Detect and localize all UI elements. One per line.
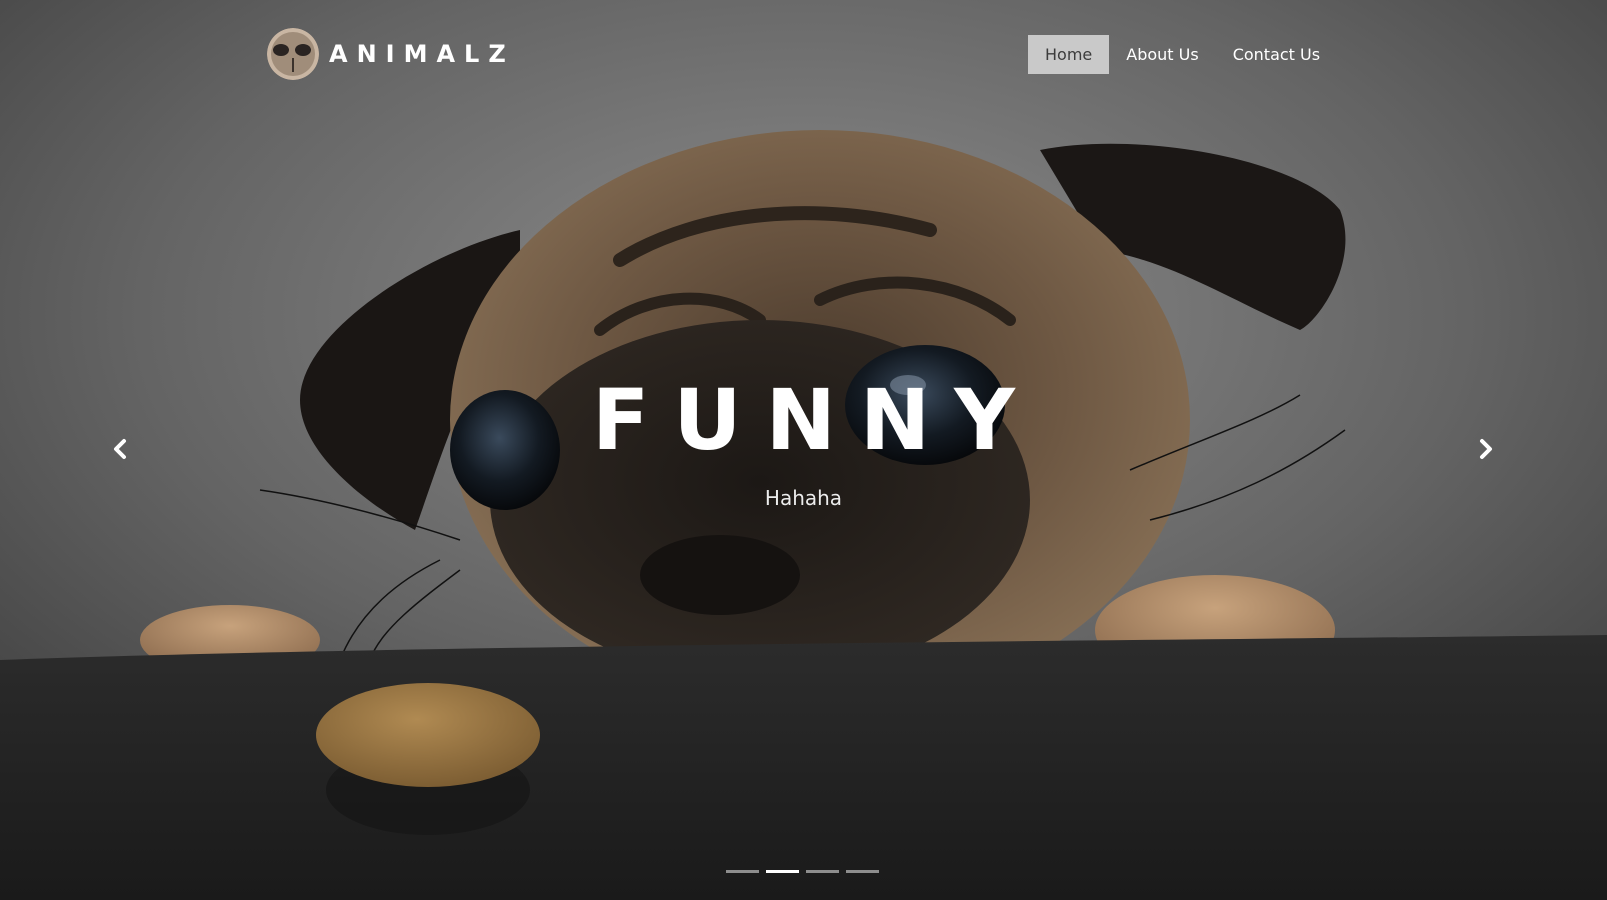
nav-links: Home About Us Contact Us <box>1028 35 1337 74</box>
nav-item-contact-us[interactable]: Contact Us <box>1216 35 1337 74</box>
carousel-indicator-4[interactable] <box>846 870 879 873</box>
nav-item-about-us[interactable]: About Us <box>1109 35 1215 74</box>
carousel-prev-button[interactable] <box>100 429 140 469</box>
slide-title: FUNNY <box>591 371 1040 469</box>
chevron-left-icon <box>114 439 126 459</box>
brand-link[interactable]: ANIMALZ <box>267 28 515 80</box>
dog-nose-icon <box>267 28 319 80</box>
carousel-indicators <box>726 870 879 873</box>
carousel-next-button[interactable] <box>1466 429 1506 469</box>
carousel-indicator-3[interactable] <box>806 870 839 873</box>
slide-caption: FUNNY Hahaha <box>0 378 1607 510</box>
carousel-indicator-1[interactable] <box>726 870 759 873</box>
chevron-right-icon <box>1480 439 1492 459</box>
navbar: ANIMALZ Home About Us Contact Us <box>0 0 1607 108</box>
nav-item-home[interactable]: Home <box>1028 35 1110 74</box>
hero-carousel: ANIMALZ Home About Us Contact Us FUNNY H… <box>0 0 1607 900</box>
brand-name: ANIMALZ <box>329 40 515 68</box>
slide-subtitle: Hahaha <box>764 486 843 510</box>
carousel-indicator-2[interactable] <box>766 870 799 873</box>
